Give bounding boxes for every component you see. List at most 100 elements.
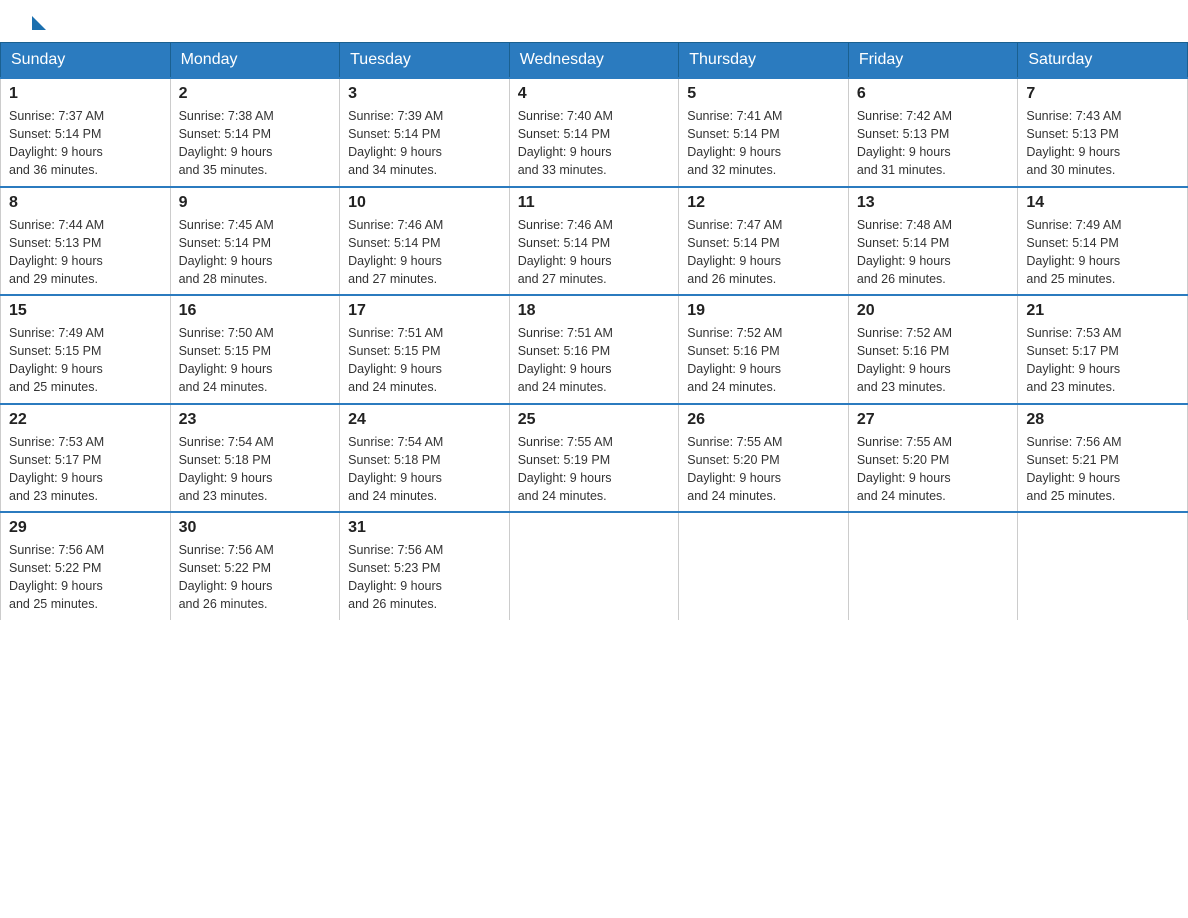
calendar-cell: 6Sunrise: 7:42 AMSunset: 5:13 PMDaylight… — [848, 78, 1018, 187]
calendar-header-sunday: Sunday — [1, 43, 171, 79]
day-info: Sunrise: 7:56 AMSunset: 5:22 PMDaylight:… — [179, 541, 332, 614]
day-info: Sunrise: 7:53 AMSunset: 5:17 PMDaylight:… — [1026, 324, 1179, 397]
day-info: Sunrise: 7:52 AMSunset: 5:16 PMDaylight:… — [687, 324, 840, 397]
calendar-cell: 16 Sunrise: 7:50 AMSunset: 5:15 PMDayligh… — [170, 295, 340, 404]
calendar-cell: 22 Sunrise: 7:53 AMSunset: 5:17 PMDayligh… — [1, 404, 171, 513]
calendar-table: SundayMondayTuesdayWednesdayThursdayFrid… — [0, 42, 1188, 620]
calendar-header-saturday: Saturday — [1018, 43, 1188, 79]
day-number: 25 — [518, 411, 671, 429]
calendar-cell: 7 Sunrise: 7:43 AMSunset: 5:13 PMDaylight… — [1018, 78, 1188, 187]
calendar-cell: 24Sunrise: 7:54 AMSunset: 5:18 PMDayligh… — [340, 404, 510, 513]
calendar-cell: 18 Sunrise: 7:51 AMSunset: 5:16 PMDayligh… — [509, 295, 679, 404]
page-header — [0, 0, 1188, 42]
calendar-header-thursday: Thursday — [679, 43, 849, 79]
day-number: 23 — [179, 411, 332, 429]
calendar-cell: 21 Sunrise: 7:53 AMSunset: 5:17 PMDayligh… — [1018, 295, 1188, 404]
day-info: Sunrise: 7:37 AMSunset: 5:14 PMDaylight:… — [9, 107, 162, 180]
day-info: Sunrise: 7:51 AMSunset: 5:16 PMDaylight:… — [518, 324, 671, 397]
calendar-cell: 31Sunrise: 7:56 AMSunset: 5:23 PMDayligh… — [340, 512, 510, 620]
day-number: 28 — [1026, 411, 1179, 429]
day-number: 10 — [348, 194, 501, 212]
day-info: Sunrise: 7:51 AMSunset: 5:15 PMDaylight:… — [348, 324, 501, 397]
day-number: 30 — [179, 519, 332, 537]
day-number: 8 — [9, 194, 162, 212]
calendar-week-row-3: 15Sunrise: 7:49 AMSunset: 5:15 PMDayligh… — [1, 295, 1188, 404]
day-number: 17 — [348, 302, 501, 320]
day-number: 1 — [9, 85, 162, 103]
logo-arrow-icon — [32, 16, 46, 30]
calendar-cell: 26Sunrise: 7:55 AMSunset: 5:20 PMDayligh… — [679, 404, 849, 513]
calendar-week-row-5: 29 Sunrise: 7:56 AMSunset: 5:22 PMDayligh… — [1, 512, 1188, 620]
calendar-cell: 1 Sunrise: 7:37 AMSunset: 5:14 PMDaylight… — [1, 78, 171, 187]
day-info: Sunrise: 7:45 AMSunset: 5:14 PMDaylight:… — [179, 216, 332, 289]
day-number: 3 — [348, 85, 501, 103]
calendar-cell: 25 Sunrise: 7:55 AMSunset: 5:19 PMDayligh… — [509, 404, 679, 513]
calendar-cell: 8 Sunrise: 7:44 AMSunset: 5:13 PMDaylight… — [1, 187, 171, 296]
calendar-cell — [679, 512, 849, 620]
calendar-cell: 11 Sunrise: 7:46 AMSunset: 5:14 PMDayligh… — [509, 187, 679, 296]
day-info: Sunrise: 7:50 AMSunset: 5:15 PMDaylight:… — [179, 324, 332, 397]
day-info: Sunrise: 7:53 AMSunset: 5:17 PMDaylight:… — [9, 433, 162, 506]
calendar-cell: 28 Sunrise: 7:56 AMSunset: 5:21 PMDayligh… — [1018, 404, 1188, 513]
day-number: 5 — [687, 85, 840, 103]
calendar-cell: 10 Sunrise: 7:46 AMSunset: 5:14 PMDayligh… — [340, 187, 510, 296]
day-number: 4 — [518, 85, 671, 103]
day-info: Sunrise: 7:40 AMSunset: 5:14 PMDaylight:… — [518, 107, 671, 180]
day-info: Sunrise: 7:54 AMSunset: 5:18 PMDaylight:… — [179, 433, 332, 506]
day-info: Sunrise: 7:46 AMSunset: 5:14 PMDaylight:… — [518, 216, 671, 289]
calendar-cell — [509, 512, 679, 620]
day-info: Sunrise: 7:41 AMSunset: 5:14 PMDaylight:… — [687, 107, 840, 180]
calendar-header-wednesday: Wednesday — [509, 43, 679, 79]
day-info: Sunrise: 7:46 AMSunset: 5:14 PMDaylight:… — [348, 216, 501, 289]
day-info: Sunrise: 7:55 AMSunset: 5:20 PMDaylight:… — [857, 433, 1010, 506]
calendar-week-row-4: 22 Sunrise: 7:53 AMSunset: 5:17 PMDayligh… — [1, 404, 1188, 513]
day-number: 19 — [687, 302, 840, 320]
calendar-cell: 3Sunrise: 7:39 AMSunset: 5:14 PMDaylight… — [340, 78, 510, 187]
day-number: 26 — [687, 411, 840, 429]
calendar-cell: 9 Sunrise: 7:45 AMSunset: 5:14 PMDaylight… — [170, 187, 340, 296]
day-number: 13 — [857, 194, 1010, 212]
day-info: Sunrise: 7:55 AMSunset: 5:19 PMDaylight:… — [518, 433, 671, 506]
calendar-cell: 20 Sunrise: 7:52 AMSunset: 5:16 PMDayligh… — [848, 295, 1018, 404]
calendar-cell: 27 Sunrise: 7:55 AMSunset: 5:20 PMDayligh… — [848, 404, 1018, 513]
day-number: 7 — [1026, 85, 1179, 103]
day-number: 2 — [179, 85, 332, 103]
day-number: 22 — [9, 411, 162, 429]
day-info: Sunrise: 7:49 AMSunset: 5:14 PMDaylight:… — [1026, 216, 1179, 289]
day-info: Sunrise: 7:44 AMSunset: 5:13 PMDaylight:… — [9, 216, 162, 289]
calendar-cell — [848, 512, 1018, 620]
day-info: Sunrise: 7:48 AMSunset: 5:14 PMDaylight:… — [857, 216, 1010, 289]
calendar-cell: 23 Sunrise: 7:54 AMSunset: 5:18 PMDayligh… — [170, 404, 340, 513]
day-info: Sunrise: 7:43 AMSunset: 5:13 PMDaylight:… — [1026, 107, 1179, 180]
calendar-cell: 13 Sunrise: 7:48 AMSunset: 5:14 PMDayligh… — [848, 187, 1018, 296]
calendar-week-row-2: 8 Sunrise: 7:44 AMSunset: 5:13 PMDaylight… — [1, 187, 1188, 296]
day-number: 29 — [9, 519, 162, 537]
calendar-cell: 12Sunrise: 7:47 AMSunset: 5:14 PMDayligh… — [679, 187, 849, 296]
day-number: 6 — [857, 85, 1010, 103]
calendar-cell: 4 Sunrise: 7:40 AMSunset: 5:14 PMDaylight… — [509, 78, 679, 187]
day-number: 9 — [179, 194, 332, 212]
day-info: Sunrise: 7:38 AMSunset: 5:14 PMDaylight:… — [179, 107, 332, 180]
day-info: Sunrise: 7:47 AMSunset: 5:14 PMDaylight:… — [687, 216, 840, 289]
day-info: Sunrise: 7:56 AMSunset: 5:21 PMDaylight:… — [1026, 433, 1179, 506]
calendar-week-row-1: 1 Sunrise: 7:37 AMSunset: 5:14 PMDaylight… — [1, 78, 1188, 187]
day-info: Sunrise: 7:49 AMSunset: 5:15 PMDaylight:… — [9, 324, 162, 397]
calendar-cell: 14 Sunrise: 7:49 AMSunset: 5:14 PMDayligh… — [1018, 187, 1188, 296]
day-number: 20 — [857, 302, 1010, 320]
day-number: 18 — [518, 302, 671, 320]
day-number: 27 — [857, 411, 1010, 429]
day-number: 11 — [518, 194, 671, 212]
calendar-header-row: SundayMondayTuesdayWednesdayThursdayFrid… — [1, 43, 1188, 79]
calendar-cell: 2 Sunrise: 7:38 AMSunset: 5:14 PMDaylight… — [170, 78, 340, 187]
calendar-header-friday: Friday — [848, 43, 1018, 79]
calendar-cell: 29 Sunrise: 7:56 AMSunset: 5:22 PMDayligh… — [1, 512, 171, 620]
calendar-cell: 5 Sunrise: 7:41 AMSunset: 5:14 PMDaylight… — [679, 78, 849, 187]
day-info: Sunrise: 7:56 AMSunset: 5:23 PMDaylight:… — [348, 541, 501, 614]
day-info: Sunrise: 7:56 AMSunset: 5:22 PMDaylight:… — [9, 541, 162, 614]
day-number: 21 — [1026, 302, 1179, 320]
day-number: 14 — [1026, 194, 1179, 212]
calendar-cell: 19 Sunrise: 7:52 AMSunset: 5:16 PMDayligh… — [679, 295, 849, 404]
logo — [30, 18, 46, 32]
day-info: Sunrise: 7:52 AMSunset: 5:16 PMDaylight:… — [857, 324, 1010, 397]
day-number: 16 — [179, 302, 332, 320]
